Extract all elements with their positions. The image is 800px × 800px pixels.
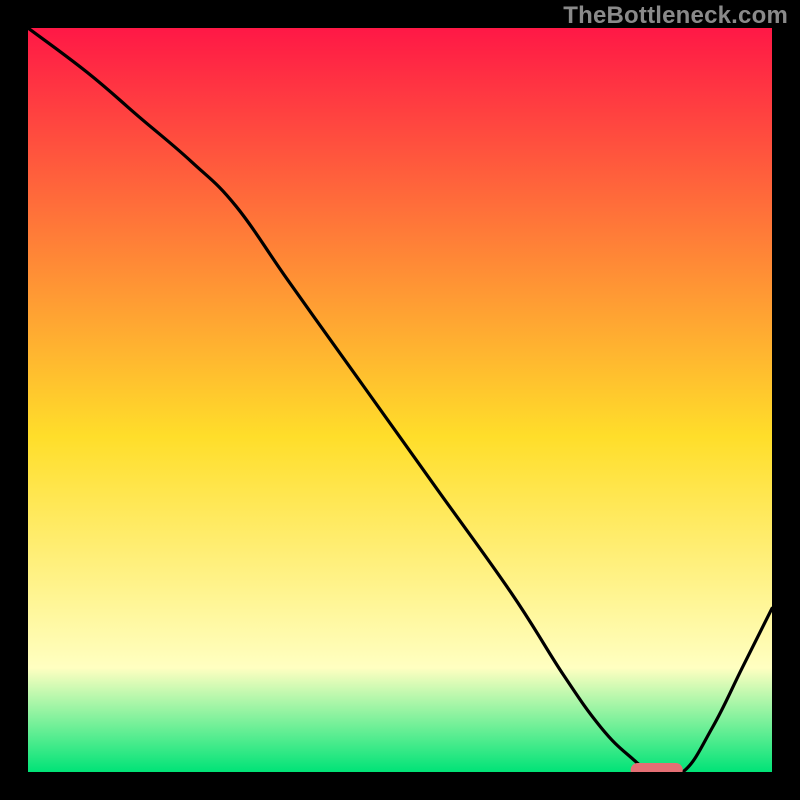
watermark-text: TheBottleneck.com	[563, 2, 788, 30]
chart-canvas	[0, 0, 800, 800]
frame-bottom	[0, 772, 800, 800]
gradient-background	[28, 28, 772, 772]
frame-right	[772, 0, 800, 800]
frame-left	[0, 0, 28, 800]
outer-frame: { "watermark": "TheBottleneck.com", "col…	[0, 0, 800, 800]
